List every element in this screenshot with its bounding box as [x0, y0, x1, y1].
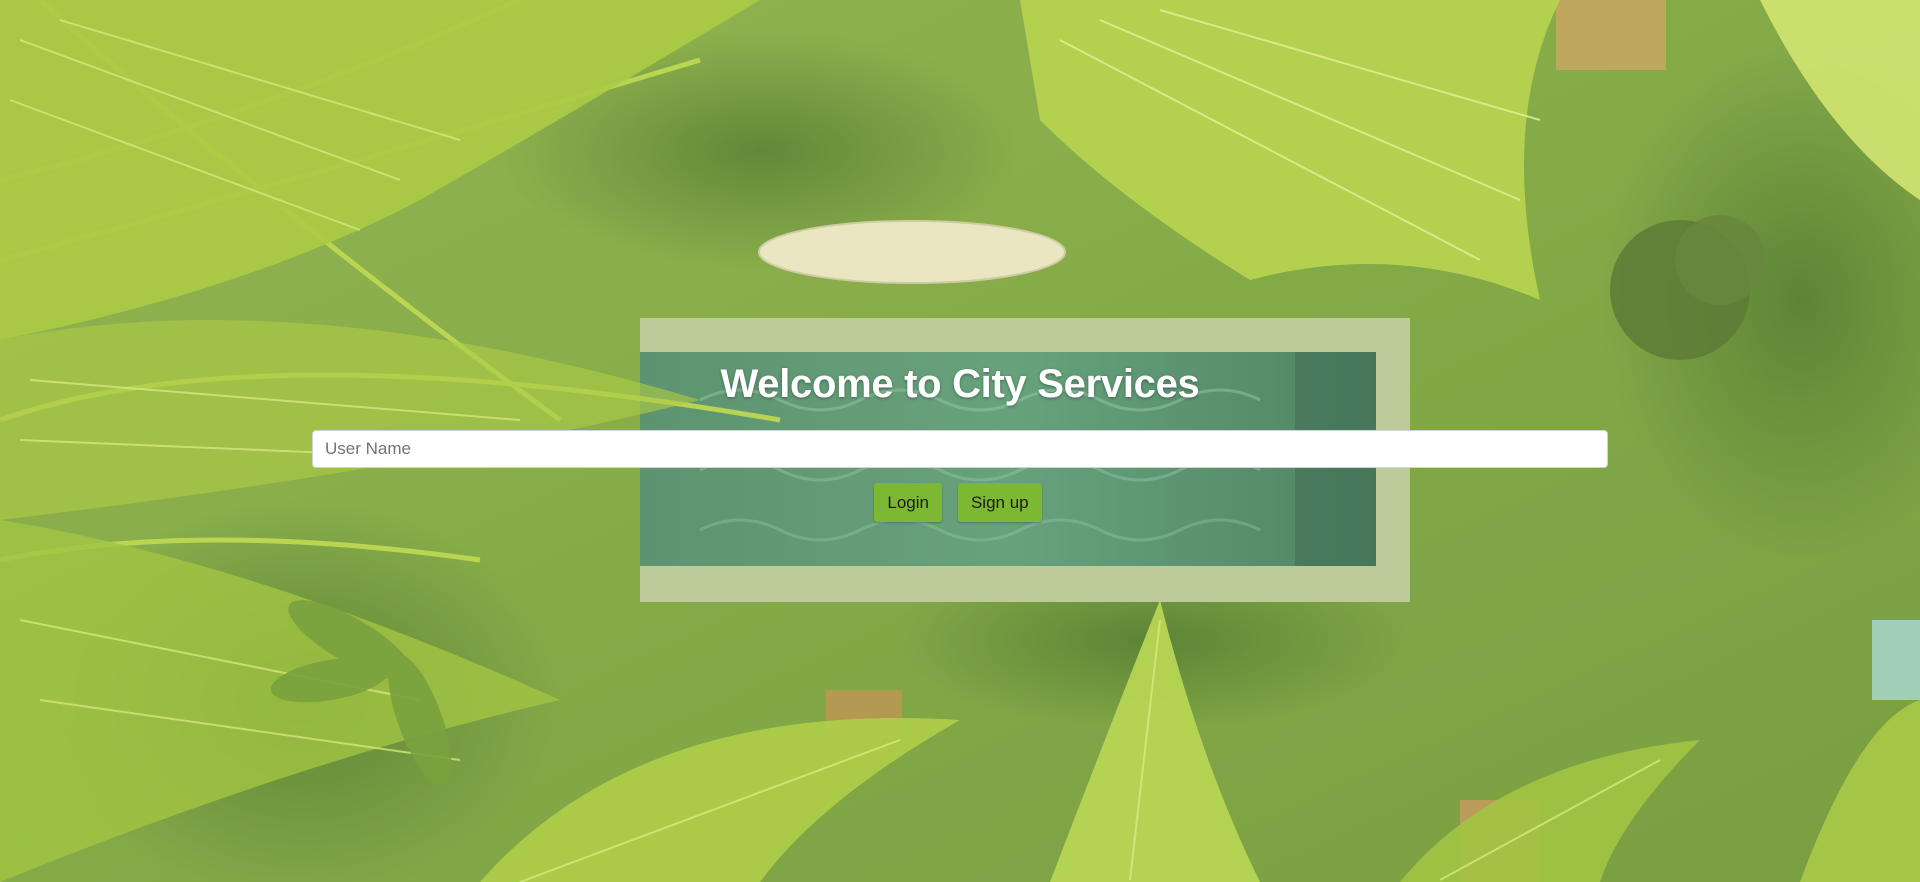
login-hero: Welcome to City Services Login Sign up	[0, 0, 1920, 882]
username-input[interactable]	[312, 430, 1608, 468]
auth-button-row: Login Sign up	[0, 483, 1920, 522]
page-title: Welcome to City Services	[720, 362, 1200, 406]
login-button[interactable]: Login	[874, 483, 942, 522]
page-viewport: Welcome to City Services Login Sign up	[0, 0, 1920, 882]
signup-button[interactable]: Sign up	[957, 483, 1042, 522]
